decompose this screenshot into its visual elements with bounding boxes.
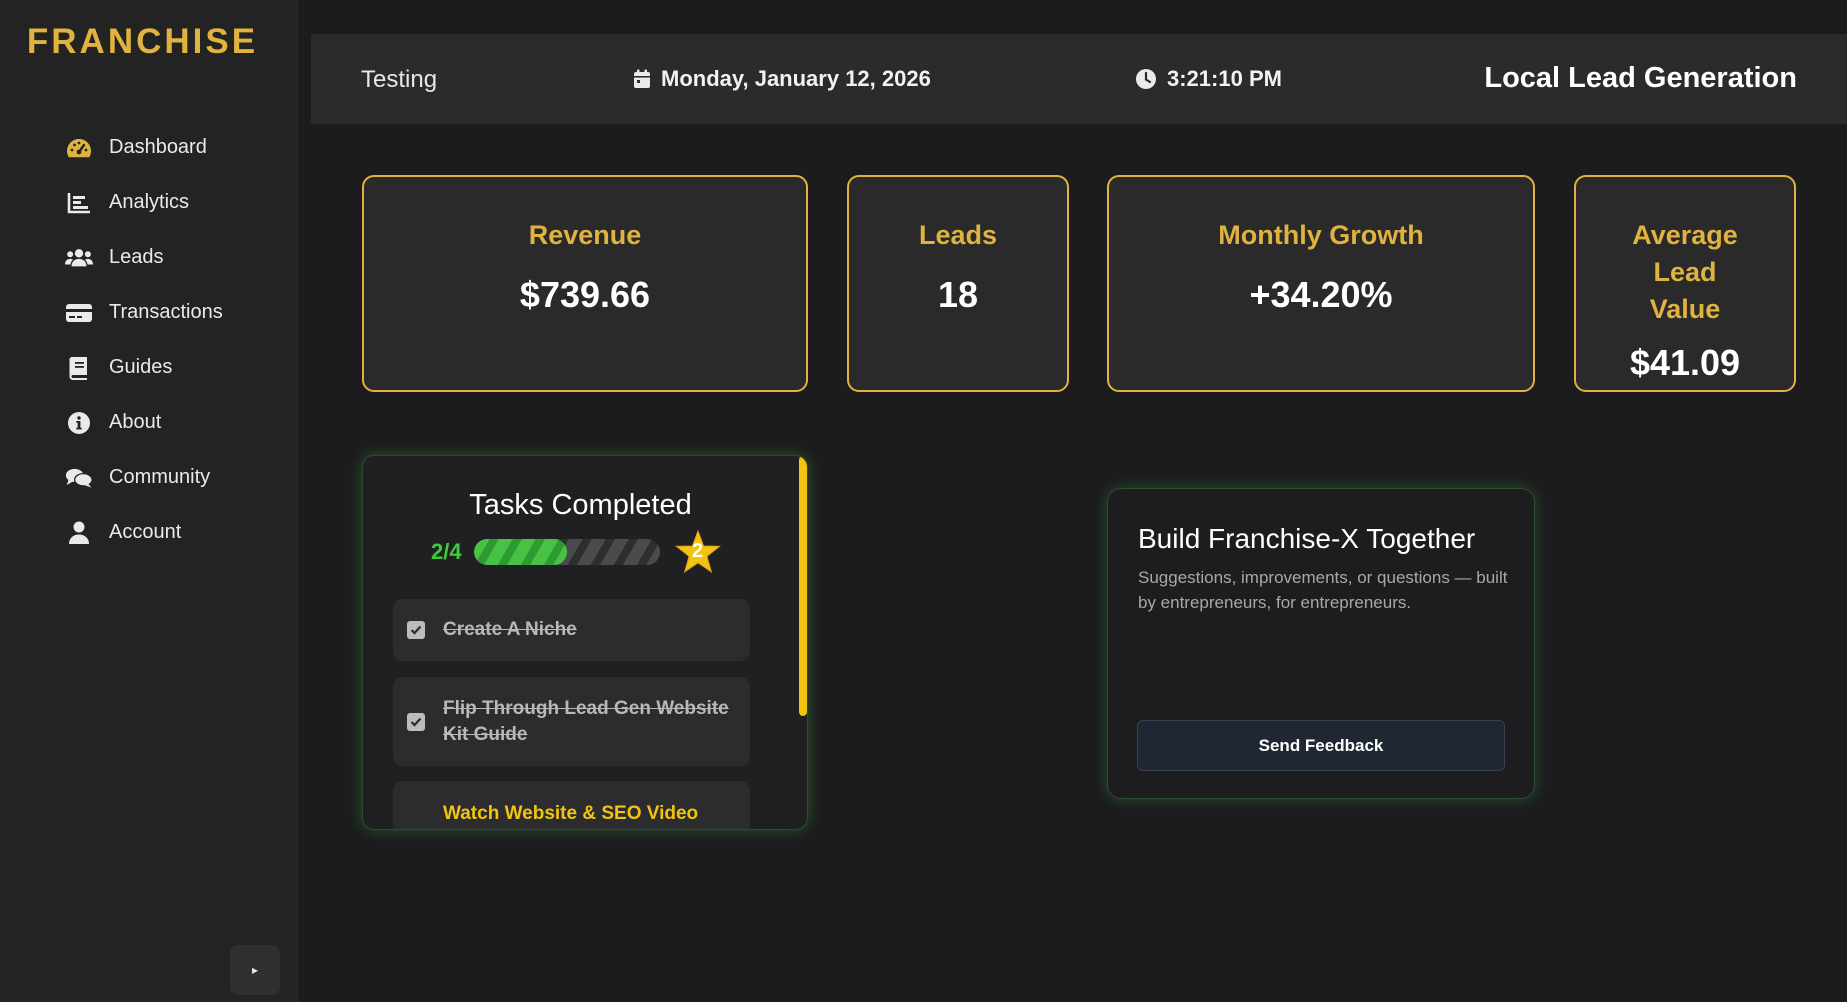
task-checkbox-checked[interactable] — [407, 621, 425, 639]
sidebar-item-label: Transactions — [109, 301, 223, 323]
sidebar-nav: Dashboard Analytics Leads Transactions G… — [0, 120, 298, 560]
stat-label: Monthly Growth — [1218, 220, 1424, 250]
gauge-icon — [65, 134, 93, 162]
feedback-title: Build Franchise-X Together — [1138, 523, 1476, 554]
brand-logo[interactable]: FRANCHISE — [0, 22, 285, 62]
sidebar-collapse-button[interactable]: ▸ — [230, 945, 280, 995]
stat-card-monthly-growth: Monthly Growth +34.20% — [1107, 175, 1535, 392]
task-item[interactable]: Watch Website & SEO Video — [393, 781, 750, 829]
stat-value: 18 — [937, 274, 979, 315]
sidebar-item-dashboard[interactable]: Dashboard — [0, 120, 298, 175]
sidebar-item-about[interactable]: About — [0, 395, 298, 450]
sidebar-item-label: Account — [109, 521, 182, 543]
users-icon — [65, 244, 93, 272]
star-badge-count: 2 — [692, 540, 704, 562]
calendar-icon — [634, 69, 650, 88]
page-title: Local Lead Generation — [1484, 62, 1797, 94]
sidebar-item-label: About — [109, 411, 162, 433]
tasks-progress: 2/4 2 — [431, 529, 722, 575]
stat-label: Average Lead Value — [1632, 220, 1738, 324]
send-feedback-button[interactable]: Send Feedback — [1137, 720, 1505, 771]
tasks-scrollbar[interactable] — [799, 456, 807, 716]
sidebar-item-community[interactable]: Community — [0, 450, 298, 505]
info-icon — [65, 409, 93, 437]
stat-value: $41.09 — [1629, 342, 1741, 383]
feedback-card: Build Franchise-X Together Suggestions, … — [1107, 488, 1535, 799]
progress-bar-fill — [473, 539, 567, 565]
task-text: Create A Niche — [443, 619, 577, 640]
task-item[interactable]: Flip Through Lead Gen Website Kit Guide — [393, 677, 750, 766]
comments-icon — [65, 464, 93, 492]
stat-value: +34.20% — [1249, 274, 1393, 315]
clock-icon — [1136, 69, 1156, 89]
workspace-name: Testing — [361, 66, 438, 93]
stat-label: Leads — [918, 220, 998, 250]
top-header: Testing Monday, January 12, 2026 3:21:10… — [311, 34, 1847, 124]
stat-card-average-lead-value: Average Lead Value $41.09 — [1574, 175, 1796, 392]
feedback-description: Suggestions, improvements, or questions … — [1138, 568, 1508, 612]
sidebar-item-label: Guides — [109, 356, 173, 378]
sidebar-item-label: Community — [109, 466, 211, 488]
bar-chart-icon — [65, 189, 93, 217]
star-badge: 2 — [674, 529, 722, 575]
user-icon — [65, 519, 93, 547]
sidebar-item-transactions[interactable]: Transactions — [0, 285, 298, 340]
progress-count: 2/4 — [431, 539, 462, 564]
sidebar-item-account[interactable]: Account — [0, 505, 298, 560]
task-item[interactable]: Create A Niche — [393, 599, 750, 661]
sidebar: FRANCHISE Dashboard Analytics Leads Tran… — [0, 0, 298, 1002]
header-time: 3:21:10 PM — [1135, 66, 1282, 92]
stat-card-leads: Leads 18 — [847, 175, 1069, 392]
sidebar-item-leads[interactable]: Leads — [0, 230, 298, 285]
task-text: Flip Through Lead Gen Website Kit Guide — [443, 697, 729, 745]
stat-value: $739.66 — [519, 274, 651, 315]
time-text: 3:21:10 PM — [1167, 66, 1282, 91]
sidebar-item-label: Analytics — [109, 191, 190, 213]
sidebar-item-label: Leads — [109, 246, 164, 268]
header-date: Monday, January 12, 2026 — [633, 66, 931, 92]
stat-label: Revenue — [528, 220, 642, 250]
progress-bar — [473, 539, 660, 565]
task-text: Watch Website & SEO Video — [443, 803, 699, 824]
tasks-title: Tasks Completed — [469, 489, 692, 521]
tasks-card: Tasks Completed 2/4 2 Create A Niche Fli… — [362, 455, 808, 830]
date-text: Monday, January 12, 2026 — [661, 66, 931, 91]
sidebar-item-guides[interactable]: Guides — [0, 340, 298, 395]
sidebar-item-analytics[interactable]: Analytics — [0, 175, 298, 230]
sidebar-item-label: Dashboard — [109, 136, 207, 158]
task-checkbox-checked[interactable] — [407, 712, 425, 731]
credit-card-icon — [65, 299, 93, 327]
book-icon — [65, 354, 93, 382]
stat-card-revenue: Revenue $739.66 — [362, 175, 808, 392]
